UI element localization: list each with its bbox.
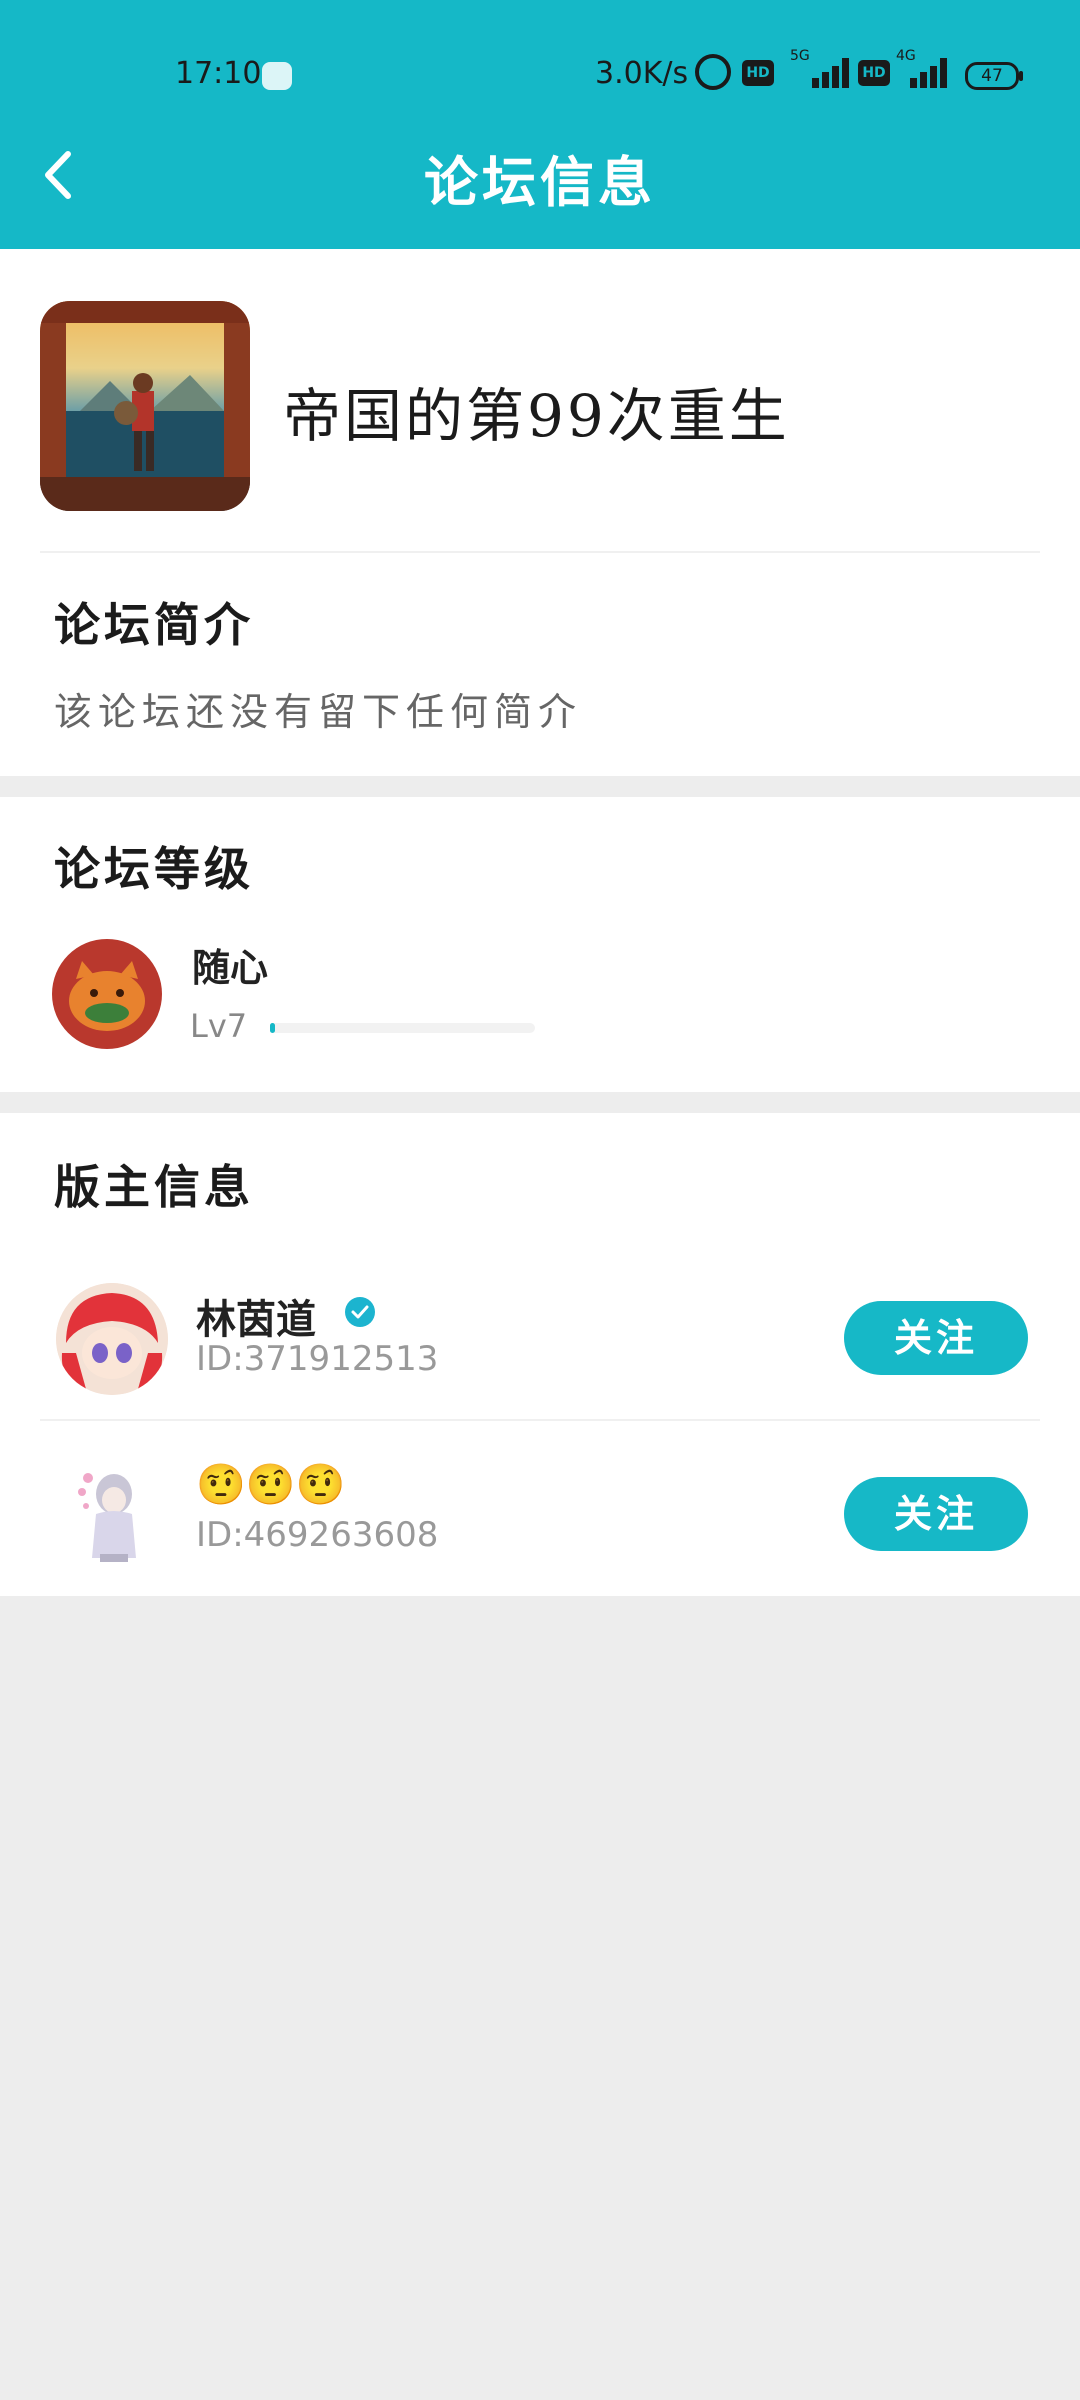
alarm-icon — [695, 54, 731, 90]
forum-level-card: 论坛等级 随心 Lv7 — [0, 797, 1080, 1092]
page-title: 论坛信息 — [424, 150, 656, 214]
status-time: 17:10 — [175, 56, 262, 91]
network-speed: 3.0K/s — [595, 56, 689, 91]
status-bar: 17:10 3.0K/s HD 5G HD 4G 47 — [0, 40, 1080, 112]
battery-icon: 47 — [965, 62, 1023, 90]
intro-text: 该论坛还没有留下任何简介 — [54, 690, 583, 734]
forum-cover-image — [40, 301, 250, 511]
hd-badge-1: HD — [742, 60, 774, 86]
hd-badge-2: HD — [858, 60, 890, 86]
moderator-id: ID:469263608 — [196, 1515, 439, 1555]
verified-icon — [345, 1297, 375, 1327]
forum-info-card: 帝国的第99次重生 论坛简介 该论坛还没有留下任何简介 — [0, 249, 1080, 776]
moderators-section-title: 版主信息 — [54, 1160, 254, 1214]
level-avatar — [52, 939, 162, 1049]
level-name: 随心 — [192, 945, 269, 990]
intro-section-title: 论坛简介 — [54, 598, 254, 652]
signal-icon — [790, 52, 850, 88]
notification-icon — [262, 62, 292, 90]
signal-icon-2 — [896, 52, 956, 88]
moderators-card: 版主信息 林茵道 ID:371912513 关注 🤨🤨🤨 ID:46926360… — [0, 1113, 1080, 1596]
level-section-title: 论坛等级 — [54, 842, 254, 896]
forum-name: 帝国的第99次重生 — [283, 382, 790, 450]
moderator-id: ID:371912513 — [196, 1339, 439, 1379]
divider — [40, 551, 1040, 553]
moderator-avatar[interactable] — [56, 1458, 168, 1570]
moderator-avatar[interactable] — [56, 1283, 168, 1395]
level-label: Lv7 — [190, 1007, 248, 1045]
moderator-name: 🤨🤨🤨 — [196, 1461, 346, 1508]
divider — [40, 1419, 1040, 1421]
follow-button[interactable]: 关注 — [844, 1301, 1028, 1375]
follow-button[interactable]: 关注 — [844, 1477, 1028, 1551]
level-progress-bar — [270, 1023, 535, 1033]
level-progress-fill — [270, 1023, 275, 1033]
app-header: 17:10 3.0K/s HD 5G HD 4G 47 论坛信息 — [0, 0, 1080, 249]
moderator-name: 林茵道 — [196, 1296, 316, 1343]
